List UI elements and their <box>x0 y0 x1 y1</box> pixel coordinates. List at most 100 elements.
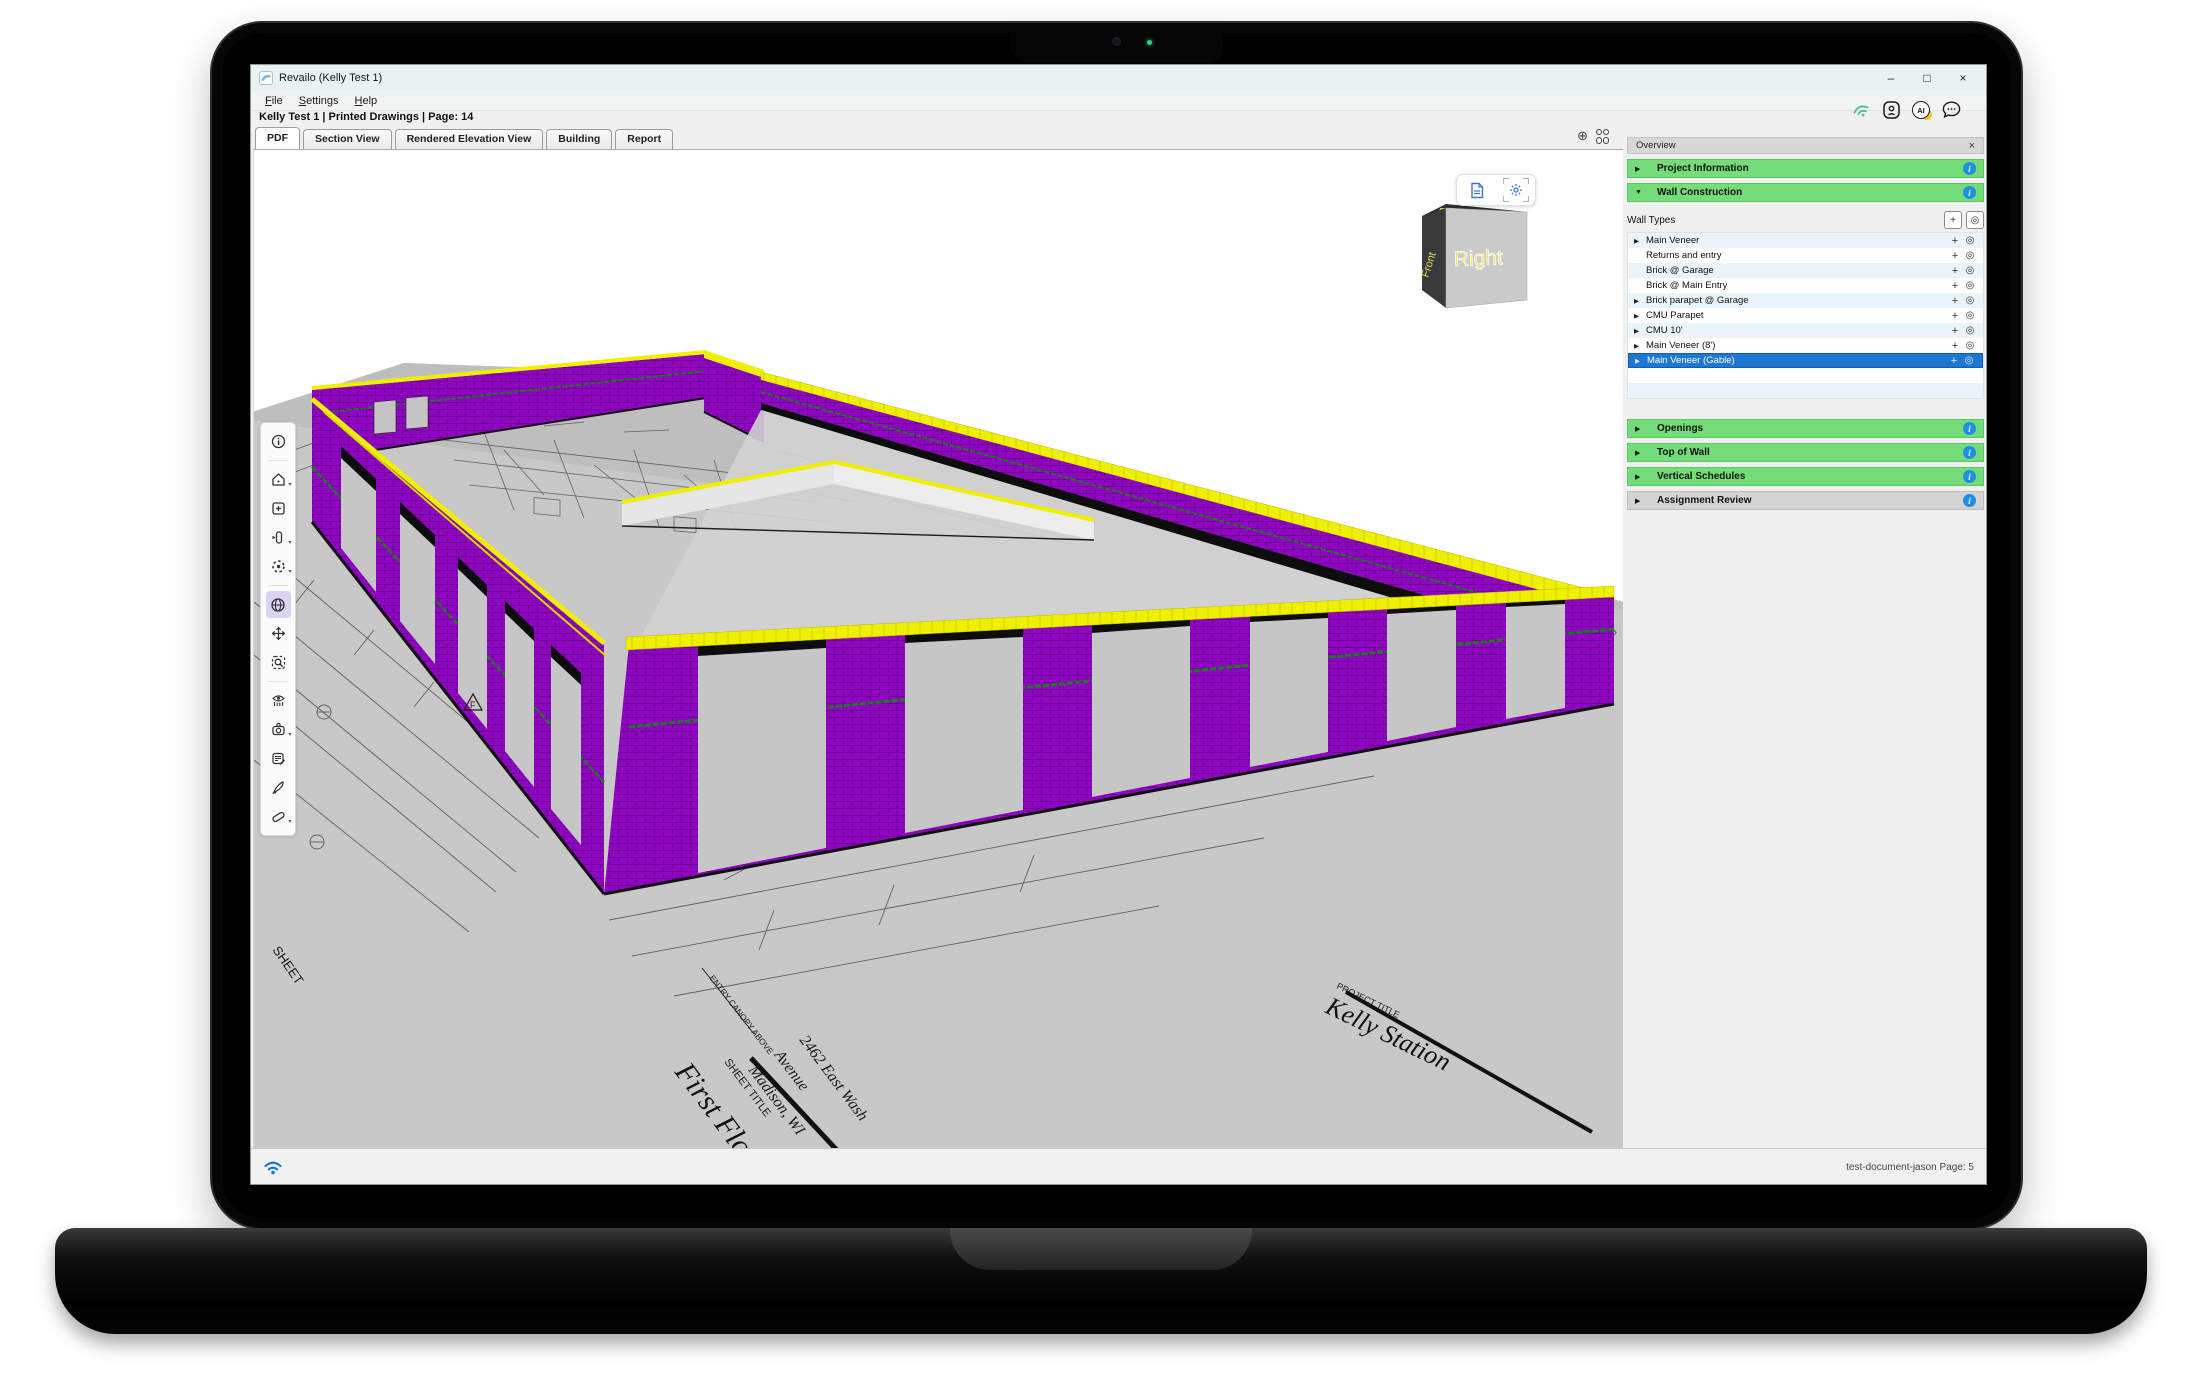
view-settings-button[interactable] <box>1503 178 1529 202</box>
info-icon[interactable]: i <box>1963 422 1976 435</box>
menu-help[interactable]: Help <box>347 93 386 109</box>
panel-collapse-chevron[interactable]: › <box>1608 618 1622 646</box>
laptop-frame: Revailo (Kelly Test 1) – □ × File Settin… <box>210 21 2023 1230</box>
save-device-icon[interactable] <box>1883 101 1900 119</box>
visibility-icon[interactable]: ◎ <box>1963 265 1977 276</box>
visibility-icon[interactable]: ◎ <box>1963 340 1977 351</box>
visibility-icon[interactable]: ◎ <box>1963 310 1977 321</box>
laptop-lid-groove <box>950 1228 1252 1270</box>
window-title: Revailo (Kelly Test 1) <box>279 72 1870 84</box>
model-viewport[interactable]: ENTRY CANOPY ABOVE F SHEET 2462 East Was… <box>253 149 1623 1148</box>
wall-type-row-selected[interactable]: ▶Main Veneer (Gable)+◎ <box>1628 353 1983 368</box>
wifi-status-icon[interactable] <box>263 1159 283 1176</box>
tab-building[interactable]: Building <box>546 129 612 149</box>
tab-rendered-elevation-view[interactable]: Rendered Elevation View <box>395 129 544 149</box>
add-icon[interactable]: + <box>1947 325 1963 337</box>
add-icon[interactable]: + <box>1947 250 1963 262</box>
section-box-button[interactable]: ▾ <box>266 524 291 551</box>
add-icon[interactable]: + <box>1947 235 1963 247</box>
view-cube[interactable]: Front Right <box>1419 204 1527 308</box>
wall-types-header: Wall Types + ◎ <box>1627 210 1984 230</box>
info-icon[interactable]: i <box>1963 470 1976 483</box>
tab-section-view[interactable]: Section View <box>303 129 392 149</box>
section-top-of-wall[interactable]: ▶ Top of Wall i <box>1627 443 1984 462</box>
wall-type-row[interactable]: Returns and entry+◎ <box>1628 248 1983 263</box>
info-icon[interactable]: i <box>1963 446 1976 459</box>
ai-badge-label: AI <box>1912 101 1930 119</box>
orbit-icon <box>270 597 286 613</box>
visibility-icon[interactable]: ◎ <box>1963 295 1977 306</box>
collapsed-arrow-icon: ▶ <box>1635 425 1657 433</box>
section-project-information[interactable]: ▶ Project Information i <box>1627 159 1984 178</box>
fit-view-button[interactable] <box>266 495 291 522</box>
menu-settings[interactable]: Settings <box>291 93 347 109</box>
laptop-base <box>55 1228 2147 1334</box>
visibility-icon[interactable]: ◎ <box>1963 280 1977 291</box>
camera-tool-button[interactable]: ▾ <box>266 716 291 743</box>
wall-type-row[interactable]: Brick @ Main Entry+◎ <box>1628 278 1983 293</box>
minimize-button[interactable]: – <box>1876 68 1906 88</box>
maximize-button[interactable]: □ <box>1912 68 1942 88</box>
layout-grid-icon[interactable] <box>1596 129 1608 144</box>
section-openings[interactable]: ▶ Openings i <box>1627 419 1984 438</box>
info-tool-button[interactable] <box>266 428 291 455</box>
add-icon[interactable]: + <box>1946 355 1962 367</box>
chat-icon[interactable] <box>1942 101 1961 119</box>
wall-type-row[interactable]: ▶Main Veneer (8')+◎ <box>1628 338 1983 353</box>
section-vertical-schedules[interactable]: ▶ Vertical Schedules i <box>1627 467 1984 486</box>
walkthrough-button[interactable] <box>266 687 291 714</box>
add-icon[interactable]: + <box>1947 295 1963 307</box>
wall-type-row[interactable]: ▶Brick parapet @ Garage+◎ <box>1628 293 1983 308</box>
add-icon[interactable]: + <box>1947 340 1963 352</box>
zoom-window-icon <box>271 655 286 670</box>
visibility-icon[interactable]: ◎ <box>1963 235 1977 246</box>
notes-icon <box>271 751 286 766</box>
collapsed-arrow-icon: ▶ <box>1634 297 1646 305</box>
info-icon[interactable]: i <box>1963 186 1976 199</box>
expanded-arrow-icon: ▼ <box>1635 189 1657 196</box>
eraser-tool-button[interactable]: ▾ <box>266 803 291 830</box>
pan-icon <box>271 626 286 641</box>
ai-assistant-icon[interactable]: AI <box>1912 101 1930 119</box>
view-cube-right-label: Right <box>1453 246 1503 271</box>
section-wall-construction[interactable]: ▼ Wall Construction i <box>1627 183 1984 202</box>
visibility-icon[interactable]: ◎ <box>1962 355 1976 366</box>
info-icon[interactable]: i <box>1963 162 1976 175</box>
markup-pen-button[interactable] <box>266 774 291 801</box>
zoom-window-button[interactable] <box>266 649 291 676</box>
toolbar-divider <box>268 585 288 586</box>
add-icon[interactable]: + <box>1947 280 1963 292</box>
wall-type-row[interactable]: Brick @ Garage+◎ <box>1628 263 1983 278</box>
collapsed-arrow-icon: ▶ <box>1635 165 1657 173</box>
add-view-icon[interactable]: ⊕ <box>1577 129 1588 143</box>
close-button[interactable]: × <box>1948 68 1978 88</box>
visibility-all-button[interactable]: ◎ <box>1966 211 1984 229</box>
visibility-icon[interactable]: ◎ <box>1963 250 1977 261</box>
orbit-tool-button[interactable] <box>266 591 291 618</box>
panel-close-icon[interactable]: × <box>1969 140 1975 152</box>
home-view-button[interactable]: ▾ <box>266 466 291 493</box>
notes-tool-button[interactable] <box>266 745 291 772</box>
add-icon[interactable]: + <box>1947 265 1963 277</box>
pdf-icon <box>1469 182 1485 199</box>
status-document-page: test-document-jason Page: 5 <box>1846 1162 1974 1173</box>
visibility-icon[interactable]: ◎ <box>1963 325 1977 336</box>
focus-selection-button[interactable]: ▾ <box>266 553 291 580</box>
tabbar-tools: ⊕ <box>1577 129 1608 144</box>
menu-file[interactable]: File <box>257 93 291 109</box>
overview-panel: Overview × ▶ Project Information i ▼ Wal… <box>1627 137 1984 510</box>
sync-wifi-icon[interactable] <box>1849 99 1874 121</box>
add-icon[interactable]: + <box>1947 310 1963 322</box>
add-wall-type-button[interactable]: + <box>1944 211 1962 229</box>
empty-row <box>1628 383 1983 398</box>
info-icon[interactable]: i <box>1963 494 1976 507</box>
section-assignment-review[interactable]: ▶ Assignment Review i <box>1627 491 1984 510</box>
wall-type-row[interactable]: ▶Main Veneer+◎ <box>1628 233 1983 248</box>
tab-report[interactable]: Report <box>615 129 673 149</box>
tab-pdf[interactable]: PDF <box>255 127 300 149</box>
pan-tool-button[interactable] <box>266 620 291 647</box>
walkthrough-eye-icon <box>271 693 286 708</box>
wall-type-row[interactable]: ▶CMU 10'+◎ <box>1628 323 1983 338</box>
pdf-view-button[interactable] <box>1464 178 1490 202</box>
wall-type-row[interactable]: ▶CMU Parapet+◎ <box>1628 308 1983 323</box>
